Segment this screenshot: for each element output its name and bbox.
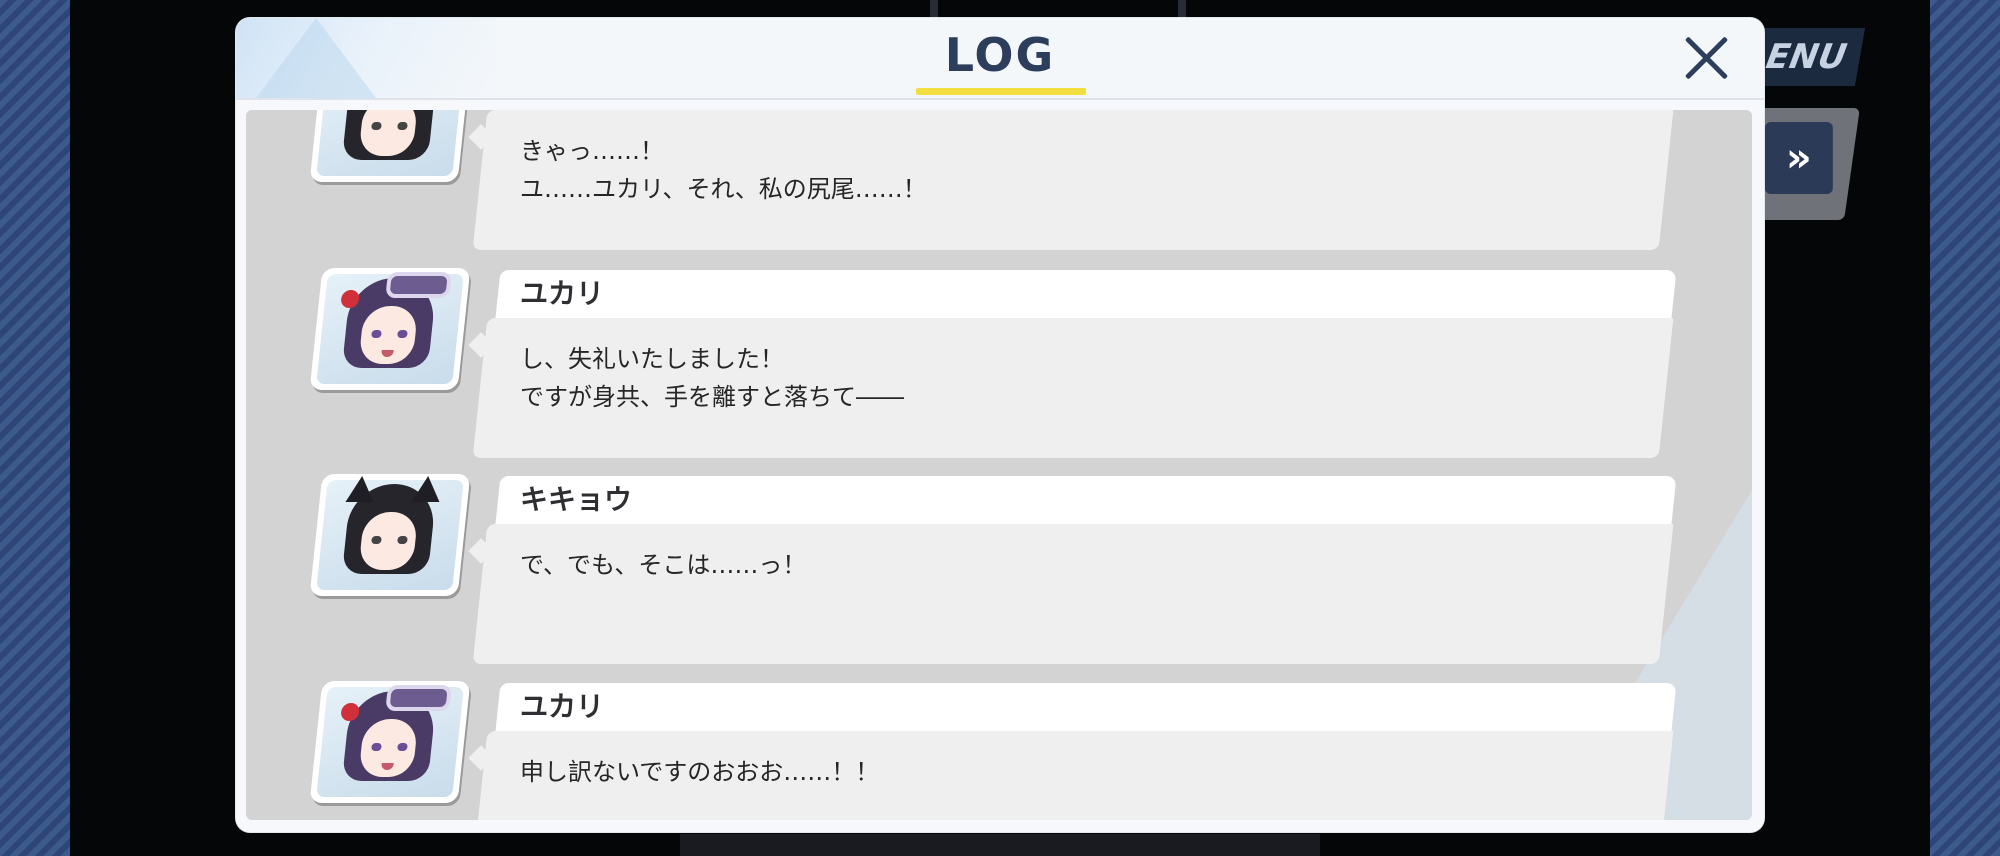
yukari-avatar bbox=[309, 268, 471, 390]
menu-label: ENU bbox=[1763, 37, 1850, 77]
yukari-avatar bbox=[309, 681, 471, 803]
dialogue-text: で、でも、そこは……っ！ bbox=[520, 551, 807, 579]
speaker-name: ユカリ bbox=[520, 690, 605, 723]
log-entry: キキョウ で、でも、そこは……っ！ bbox=[246, 466, 1752, 666]
log-title: LOG bbox=[944, 28, 1056, 82]
speaker-name: ユカリ bbox=[520, 277, 605, 310]
speech-bubble bbox=[472, 524, 1674, 664]
kikyou-avatar bbox=[309, 110, 471, 182]
speaker-name-bar bbox=[495, 270, 1677, 318]
log-entry: ユカリ 申し訳ないですのおおお……！！ bbox=[246, 673, 1752, 820]
log-entry: きゃっ……！ ユ……ユカリ、それ、私の尻尾……！ bbox=[246, 110, 1752, 252]
kikyou-avatar bbox=[309, 474, 471, 596]
close-icon[interactable] bbox=[1680, 32, 1732, 84]
speaker-name-bar bbox=[495, 476, 1677, 524]
fast-forward-icon: » bbox=[1764, 122, 1833, 194]
dialogue-text: きゃっ……！ ユ……ユカリ、それ、私の尻尾……！ bbox=[520, 137, 927, 203]
log-modal: LOG きゃっ……！ ユ……ユカリ、それ、私の尻尾……！ ユカリ し、失礼いたし… bbox=[236, 18, 1764, 832]
log-header: LOG bbox=[236, 18, 1764, 100]
log-entry: ユカリ し、失礼いたしました！ ですが身共、手を離すと落ちて―― bbox=[246, 260, 1752, 460]
speaker-name-bar bbox=[495, 683, 1677, 731]
dialogue-text: 申し訳ないですのおおお……！！ bbox=[520, 758, 880, 786]
title-underline bbox=[916, 88, 1086, 95]
dialogue-text: し、失礼いたしました！ ですが身共、手を離すと落ちて―― bbox=[520, 345, 904, 411]
background-bottom-shape bbox=[680, 834, 1320, 856]
right-stripe-border bbox=[1930, 0, 2000, 856]
speaker-name: キキョウ bbox=[520, 483, 633, 516]
log-scroll-area[interactable]: きゃっ……！ ユ……ユカリ、それ、私の尻尾……！ ユカリ し、失礼いたしました！… bbox=[246, 110, 1752, 820]
left-stripe-border bbox=[0, 0, 70, 856]
